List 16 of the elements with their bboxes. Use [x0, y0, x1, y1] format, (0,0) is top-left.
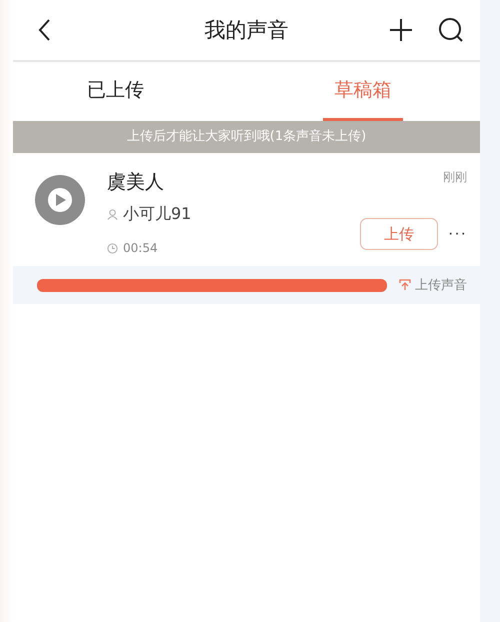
play-icon[interactable]	[35, 175, 85, 225]
upload-button[interactable]: 上传	[360, 218, 438, 250]
duration: 00:54	[123, 241, 158, 255]
track-title: 虞美人	[107, 170, 165, 195]
add-icon[interactable]	[389, 18, 413, 42]
clock-icon	[107, 242, 118, 254]
back-icon[interactable]	[37, 18, 51, 42]
upload-label[interactable]: 上传声音	[415, 276, 467, 294]
more-button[interactable]: ···	[448, 225, 467, 243]
notice-banner: 上传后才能让大家听到哦(1条声音未上传)	[13, 121, 480, 153]
page-title: 我的声音	[204, 17, 288, 44]
timestamp: 刚刚	[443, 169, 467, 186]
person-icon	[107, 209, 118, 220]
author-name: 小可儿91	[123, 204, 192, 225]
upload-icon[interactable]	[399, 279, 411, 291]
search-icon[interactable]	[438, 17, 464, 43]
